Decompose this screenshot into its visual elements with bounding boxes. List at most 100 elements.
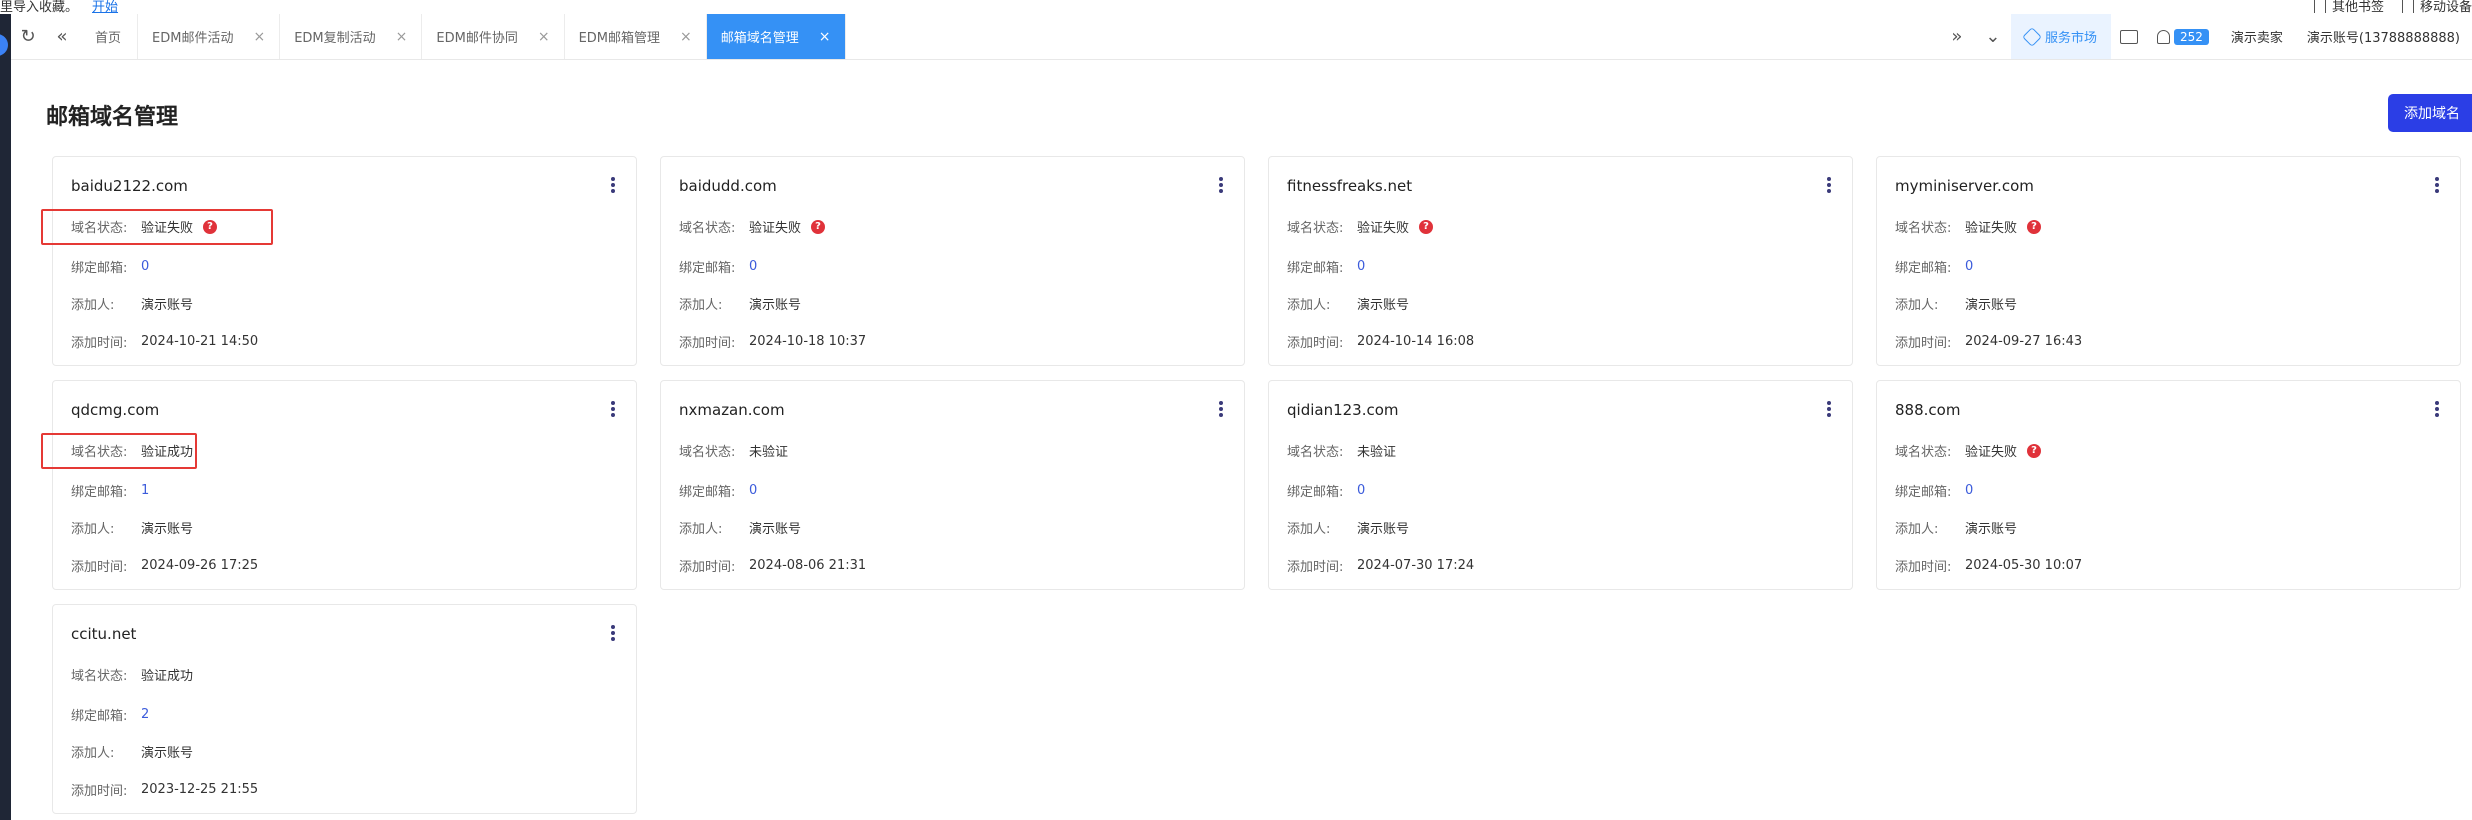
- added-time-value: 2024-05-30 10:07: [1965, 558, 2083, 573]
- bound-email-count[interactable]: 0: [1965, 483, 1973, 498]
- other-bookmarks-button[interactable]: 其他书签: [2313, 0, 2384, 15]
- tab-5[interactable]: 邮箱域名管理 ×: [706, 14, 846, 59]
- added-time-value: 2023-12-25 21:55: [141, 782, 259, 797]
- bound-email-count[interactable]: 0: [1965, 259, 1973, 274]
- tab-bar: ↻ « 首页 EDM邮件活动 × EDM复制活动 × EDM邮件协同 × EDM邮箱管理 × 邮箱…: [11, 14, 2472, 60]
- bound-email-label: 绑定邮箱:: [679, 261, 736, 276]
- more-options-icon[interactable]: [610, 623, 616, 643]
- tab-label: EDM复制活动: [294, 31, 376, 46]
- tab-1[interactable]: EDM邮件活动 ×: [138, 14, 281, 59]
- logo-icon[interactable]: [0, 34, 8, 56]
- added-time-row: 添加时间: 2024-09-26 17:25: [71, 556, 258, 575]
- more-options-icon[interactable]: [1826, 399, 1832, 419]
- status-value: 验证失败: [1357, 221, 1410, 236]
- domain-card: 888.com 域名状态: 验证失败? 绑定邮箱: 0 添加人: 演示账号 添加时间: 2024…: [1876, 380, 2461, 590]
- collapse-left-icon[interactable]: «: [45, 14, 79, 59]
- bound-email-row: 绑定邮箱: 0: [1287, 481, 1365, 500]
- bound-email-row: 绑定邮箱: 0: [71, 257, 149, 276]
- status-row: 域名状态: 验证失败?: [1895, 441, 2042, 460]
- bookmark-bar: 里导入收藏。 开始 其他书签 移动设备: [0, 0, 2472, 15]
- demo-seller-label[interactable]: 演示卖家: [2219, 27, 2295, 46]
- domain-card: baidu2122.com 域名状态: 验证失败? 绑定邮箱: 0 添加人: 演示账号 添加时…: [41, 156, 637, 366]
- bound-email-count[interactable]: 0: [749, 483, 757, 498]
- added-time-row: 添加时间: 2024-10-18 10:37: [679, 332, 866, 351]
- more-options-icon[interactable]: [1826, 175, 1832, 195]
- status-label: 域名状态:: [71, 669, 128, 684]
- bound-email-row: 绑定邮箱: 0: [1895, 257, 1973, 276]
- mobile-bookmarks-label: 移动设备: [2419, 0, 2472, 15]
- tab-3[interactable]: EDM邮件协同 ×: [422, 14, 565, 59]
- help-icon[interactable]: ?: [2027, 219, 2042, 234]
- added-by-value: 演示账号: [749, 298, 802, 313]
- more-options-icon[interactable]: [610, 175, 616, 195]
- annotation-highlight-box: [41, 209, 273, 245]
- bound-email-label: 绑定邮箱:: [1287, 485, 1344, 500]
- tab-label: 邮箱域名管理: [720, 31, 799, 46]
- added-time-row: 添加时间: 2023-12-25 21:55: [71, 780, 258, 799]
- added-time-row: 添加时间: 2024-09-27 16:43: [1895, 332, 2082, 351]
- account-menu[interactable]: 演示账号(13788888888): [2295, 27, 2472, 46]
- added-by-row: 添加人: 演示账号: [71, 294, 193, 313]
- bound-email-count[interactable]: 2: [141, 707, 149, 722]
- added-time-label: 添加时间:: [679, 560, 736, 575]
- notification-badge: 252: [2173, 28, 2209, 45]
- tab-4[interactable]: EDM邮箱管理 ×: [565, 14, 707, 59]
- service-market-button[interactable]: 服务市场: [2010, 14, 2111, 59]
- bound-email-count[interactable]: 0: [141, 259, 149, 274]
- refresh-icon[interactable]: ↻: [11, 14, 45, 59]
- tab-label: EDM邮件协同: [436, 31, 518, 46]
- tabs-dropdown-icon[interactable]: ⌄: [1975, 14, 2011, 59]
- import-start-link[interactable]: 开始: [92, 0, 118, 15]
- bound-email-row: 绑定邮箱: 0: [679, 481, 757, 500]
- added-by-row: 添加人: 演示账号: [1895, 294, 2017, 313]
- more-options-icon[interactable]: [2434, 175, 2440, 195]
- status-value: 未验证: [1357, 445, 1397, 460]
- more-options-icon[interactable]: [1218, 175, 1224, 195]
- domain-card: fitnessfreaks.net 域名状态: 验证失败? 绑定邮箱: 0 添加人: 演示账…: [1268, 156, 1853, 366]
- close-icon[interactable]: ×: [819, 29, 831, 45]
- bound-email-count[interactable]: 1: [141, 483, 149, 498]
- service-market-label: 服务市场: [2044, 31, 2097, 46]
- close-icon[interactable]: ×: [538, 29, 550, 45]
- added-time-value: 2024-10-18 10:37: [749, 334, 867, 349]
- added-time-label: 添加时间:: [1895, 336, 1952, 351]
- more-options-icon[interactable]: [2434, 399, 2440, 419]
- added-by-value: 演示账号: [1357, 522, 1410, 537]
- domain-name: baidudd.com: [679, 177, 777, 195]
- added-time-value: 2024-08-06 21:31: [749, 558, 867, 573]
- help-icon[interactable]: ?: [1419, 219, 1434, 234]
- added-by-row: 添加人: 演示账号: [1287, 518, 1409, 537]
- domain-name: qidian123.com: [1287, 401, 1399, 419]
- added-by-value: 演示账号: [1357, 298, 1410, 313]
- added-time-label: 添加时间:: [71, 336, 128, 351]
- help-icon[interactable]: ?: [811, 219, 826, 234]
- scroll-tabs-right-icon[interactable]: »: [1939, 14, 1975, 59]
- bound-email-label: 绑定邮箱:: [1287, 261, 1344, 276]
- close-icon[interactable]: ×: [680, 29, 692, 45]
- help-icon[interactable]: ?: [2027, 443, 2042, 458]
- added-time-label: 添加时间:: [1287, 560, 1344, 575]
- bound-email-count[interactable]: 0: [1357, 259, 1365, 274]
- add-domain-button[interactable]: 添加域名: [2388, 94, 2472, 132]
- bound-email-count[interactable]: 0: [1357, 483, 1365, 498]
- domain-card: qidian123.com 域名状态: 未验证绑定邮箱: 0 添加人: 演示账号添加时间:…: [1268, 380, 1853, 590]
- added-time-row: 添加时间: 2024-10-14 16:08: [1287, 332, 1474, 351]
- page-title: 邮箱域名管理: [46, 105, 179, 130]
- domain-card: baidudd.com 域名状态: 验证失败? 绑定邮箱: 0 添加人: 演示账号 添加时间:…: [660, 156, 1245, 366]
- close-icon[interactable]: ×: [396, 29, 408, 45]
- folder-icon[interactable]: [2111, 14, 2147, 59]
- tab-0[interactable]: 首页: [79, 14, 139, 59]
- import-hint-text: 里导入收藏。: [0, 0, 79, 15]
- added-by-row: 添加人: 演示账号: [679, 294, 801, 313]
- more-options-icon[interactable]: [610, 399, 616, 419]
- tab-2[interactable]: EDM复制活动 ×: [280, 14, 423, 59]
- more-options-icon[interactable]: [1218, 399, 1224, 419]
- mobile-bookmarks-button[interactable]: 移动设备: [2401, 0, 2472, 15]
- close-icon[interactable]: ×: [253, 29, 265, 45]
- status-row: 域名状态: 未验证: [1287, 441, 1396, 460]
- domain-card-grid: baidu2122.com 域名状态: 验证失败? 绑定邮箱: 0 添加人: 演示账号 添加时…: [41, 156, 2472, 814]
- added-by-row: 添加人: 演示账号: [71, 518, 193, 537]
- bound-email-count[interactable]: 0: [749, 259, 757, 274]
- status-value: 验证失败: [1965, 445, 2018, 460]
- notification-button[interactable]: 252: [2147, 28, 2219, 45]
